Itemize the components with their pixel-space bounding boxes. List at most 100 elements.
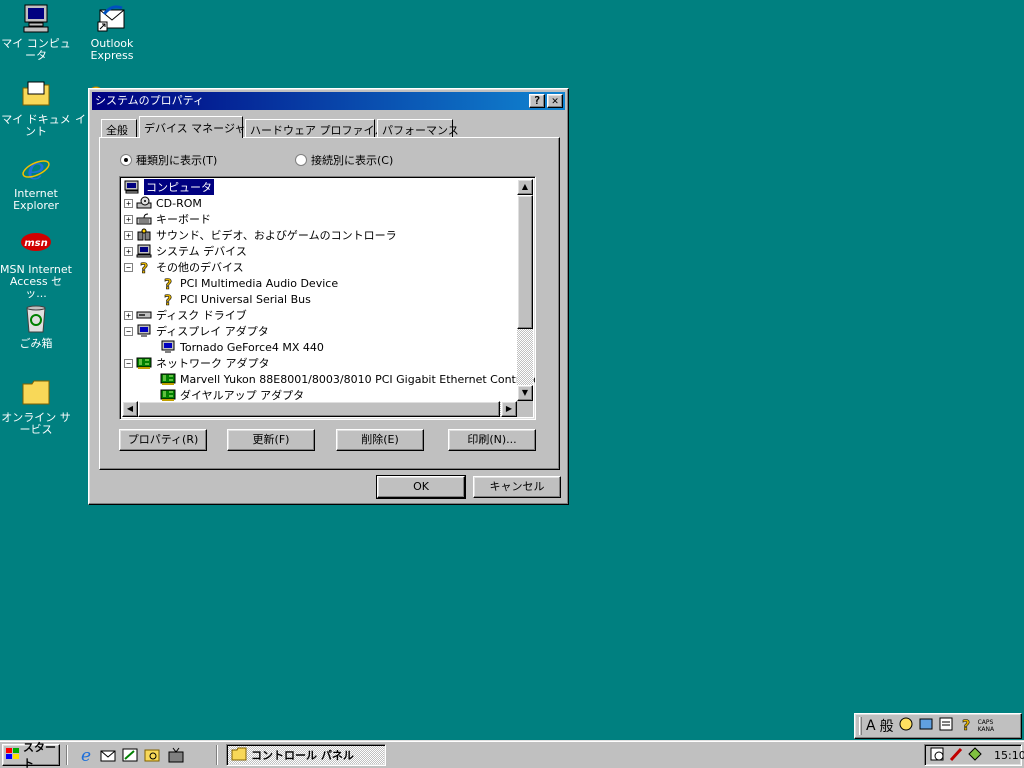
close-button[interactable]: ✕	[547, 94, 563, 108]
radio-unselected-icon	[295, 154, 307, 166]
desktop-icon-msn[interactable]: msn MSN Internet Access セッ...	[0, 228, 72, 300]
tree-item-pci-audio[interactable]: ? PCI Multimedia Audio Device	[160, 275, 338, 294]
tab-performance[interactable]: パフォーマンス	[377, 119, 459, 137]
tree-item-keyboard[interactable]: + キーボード	[124, 211, 211, 227]
clock[interactable]: 15:10	[994, 749, 1024, 762]
ime-pad-icon[interactable]	[898, 716, 914, 736]
collapse-icon[interactable]: −	[124, 326, 133, 336]
radio-label: 接続別に表示(C)	[311, 154, 394, 167]
device-manager-panel: 種類別に表示(T) 接続別に表示(C) コンピュータ + CD-ROM + キー…	[99, 137, 560, 470]
tree-item-label: PCI Universal Serial Bus	[180, 292, 311, 306]
ok-button[interactable]: OK	[376, 475, 466, 499]
collapse-icon[interactable]: −	[124, 358, 133, 368]
vertical-scrollbar[interactable]: ▲ ▼	[517, 179, 533, 401]
tree-item-label: ディスク ドライブ	[156, 309, 247, 322]
quicklaunch-tv-icon[interactable]	[167, 746, 185, 764]
ime-mode-label[interactable]: 般	[880, 716, 894, 736]
system-properties-window: システムのプロパティ ? ✕ 全般 デバイス マネージャ ハードウェア プロファ…	[88, 88, 569, 505]
tab-label: 全般	[106, 124, 128, 137]
scroll-right-button[interactable]: ▶	[501, 401, 517, 417]
computer-icon	[124, 180, 140, 194]
title-bar[interactable]: システムのプロパティ ? ✕	[92, 92, 565, 110]
tree-item-cdrom[interactable]: + CD-ROM	[124, 195, 202, 211]
ime-input-mode-icon[interactable]: A	[866, 718, 876, 734]
remove-button[interactable]: 削除(E)	[336, 429, 424, 451]
desktop-icon-label: ごみ箱	[19, 337, 53, 350]
tree-item-disk-drives[interactable]: + ディスク ドライブ	[124, 307, 247, 323]
tree-item-computer[interactable]: コンピュータ	[124, 179, 214, 195]
svg-text:e: e	[27, 152, 45, 184]
tree-item-system-devices[interactable]: + システム デバイス	[124, 243, 247, 259]
scroll-left-button[interactable]: ◀	[122, 401, 138, 417]
svg-text:?: ?	[164, 293, 172, 306]
tree-item-other-devices[interactable]: − ? その他のデバイス	[124, 259, 244, 277]
scroll-up-button[interactable]: ▲	[517, 179, 533, 195]
radio-by-type[interactable]: 種類別に表示(T)	[120, 152, 217, 168]
desktop-icon-recycle-bin[interactable]: ごみ箱	[0, 302, 72, 350]
expand-icon[interactable]: +	[124, 230, 133, 240]
unknown-device-icon: ?	[160, 292, 176, 310]
button-label: 印刷(N)...	[467, 433, 517, 446]
expand-icon[interactable]: +	[124, 198, 133, 208]
tree-item-pci-usb[interactable]: ? PCI Universal Serial Bus	[160, 291, 311, 310]
window-title: システムのプロパティ	[95, 94, 205, 107]
scrollbar-corner	[517, 401, 533, 417]
tree-item-geforce[interactable]: Tornado GeForce4 MX 440	[160, 339, 324, 355]
tree-item-display-adapters[interactable]: − ディスプレイ アダプタ	[124, 323, 269, 339]
refresh-button[interactable]: 更新(F)	[227, 429, 315, 451]
quicklaunch-outlook-icon[interactable]	[99, 746, 117, 764]
cdrom-icon	[136, 196, 152, 210]
sound-icon	[136, 228, 152, 242]
folder-documents-icon	[20, 78, 52, 110]
tree-item-sound[interactable]: + サウンド、ビデオ、およびゲームのコントローラ	[124, 227, 397, 243]
button-label: プロパティ(R)	[127, 433, 199, 446]
tab-general[interactable]: 全般	[101, 119, 137, 137]
device-tree[interactable]: コンピュータ + CD-ROM + キーボード + サウンド、ビデオ、およびゲー…	[119, 176, 536, 420]
quicklaunch-show-desktop-icon[interactable]	[121, 746, 139, 764]
start-button[interactable]: スタート	[2, 741, 60, 768]
expand-icon[interactable]: +	[124, 246, 133, 256]
radio-label: 種類別に表示(T)	[136, 154, 218, 167]
tray-pen-icon[interactable]	[948, 746, 964, 765]
cancel-button[interactable]: キャンセル	[473, 476, 561, 498]
horizontal-scroll-thumb[interactable]	[138, 401, 500, 417]
vertical-scroll-thumb[interactable]	[517, 195, 533, 329]
expand-icon[interactable]: +	[124, 214, 133, 224]
ime-handle-icon[interactable]	[859, 717, 862, 735]
taskbar: スタート e コントロール パネル 15:10	[0, 740, 1024, 768]
radio-by-connection[interactable]: 接続別に表示(C)	[295, 152, 393, 168]
tree-item-label: キーボード	[156, 213, 211, 226]
desktop-icon-my-computer[interactable]: マイ コンピュータ	[0, 2, 72, 62]
tab-hardware-profiles[interactable]: ハードウェア プロファイル	[245, 119, 386, 137]
scroll-down-button[interactable]: ▼	[517, 385, 533, 401]
expand-icon[interactable]: +	[124, 310, 133, 320]
taskbar-control-panel-button[interactable]: コントロール パネル	[226, 744, 386, 766]
horizontal-scrollbar[interactable]: ◀ ▶	[122, 401, 517, 417]
tray-display-icon[interactable]	[967, 746, 983, 765]
ime-help-icon[interactable]: ?	[958, 716, 974, 736]
ime-dictionary-icon[interactable]	[918, 716, 934, 736]
tree-item-label: コンピュータ	[144, 179, 214, 195]
button-label: OK	[413, 480, 429, 493]
tree-item-label: その他のデバイス	[156, 261, 244, 274]
tree-item-network-adapters[interactable]: − ネットワーク アダプタ	[124, 355, 270, 371]
desktop-icon-online-services[interactable]: オンライン サービス	[0, 376, 72, 436]
tree-item-marvell-yukon[interactable]: Marvell Yukon 88E8001/8003/8010 PCI Giga…	[160, 371, 535, 387]
button-label: 更新(F)	[252, 433, 290, 446]
quicklaunch-explorer-icon[interactable]	[143, 746, 161, 764]
desktop-icon-label: Internet Explorer	[13, 187, 59, 212]
desktop-icon-internet-explorer[interactable]: e Internet Explorer	[0, 152, 72, 212]
help-button[interactable]: ?	[529, 94, 545, 108]
svg-text:msn: msn	[24, 238, 48, 249]
msn-icon: msn	[20, 228, 52, 260]
quicklaunch-ie-icon[interactable]: e	[77, 746, 95, 766]
properties-button[interactable]: プロパティ(R)	[119, 429, 207, 451]
collapse-icon[interactable]: −	[124, 262, 133, 272]
ime-properties-icon[interactable]	[938, 716, 954, 736]
tab-device-manager[interactable]: デバイス マネージャ	[139, 116, 245, 138]
tray-scheduler-icon[interactable]	[929, 746, 945, 765]
network-icon	[160, 372, 176, 386]
disk-drive-icon	[136, 308, 152, 322]
print-button[interactable]: 印刷(N)...	[448, 429, 536, 451]
desktop-icon-outlook-express[interactable]: Outlook Express	[76, 2, 148, 62]
